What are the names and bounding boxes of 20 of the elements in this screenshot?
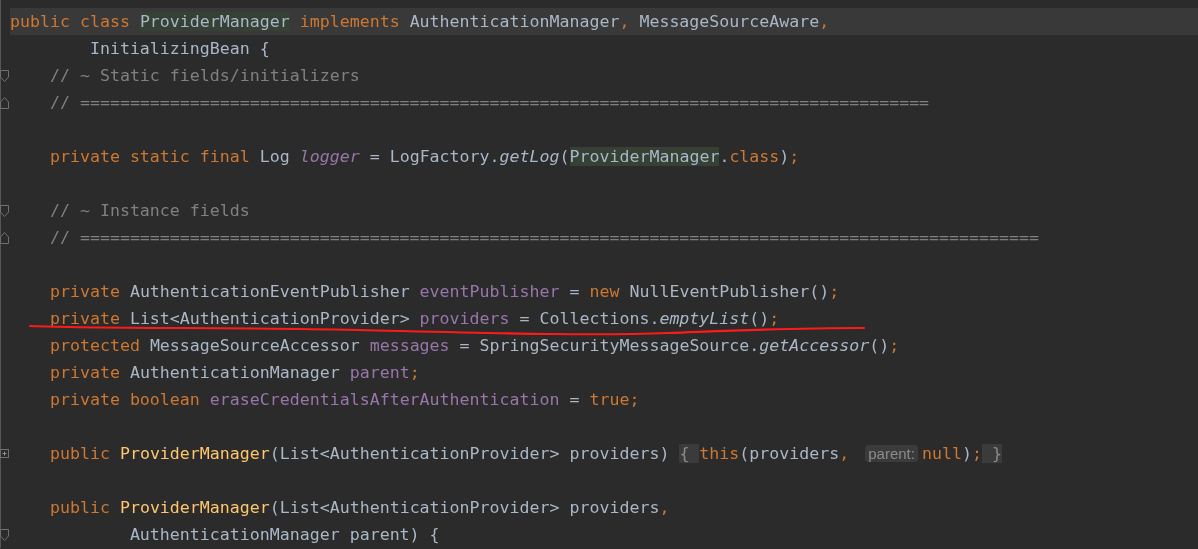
code-line: // ===================================================================================== xyxy=(48,92,931,114)
code-line: private static final Log logger = LogFactory.getLog(ProviderManager.class); xyxy=(48,146,801,168)
code-line: private List<AuthenticationProvider> providers = Collections.emptyList(); xyxy=(48,308,781,330)
code-line: // ~ Static fields/initializers xyxy=(48,65,361,87)
expand-icon[interactable] xyxy=(0,447,9,460)
code-line: // ~ Instance fields xyxy=(48,200,251,222)
code-line: private AuthenticationManager parent; xyxy=(48,362,421,384)
code-line: public ProviderManager(List<AuthenticationProvider> providers, xyxy=(48,497,671,519)
code-line: private AuthenticationEventPublisher eventPublisher = new NullEventPublisher(); xyxy=(48,281,841,303)
fold-end-icon[interactable] xyxy=(0,96,9,109)
fold-start-icon[interactable] xyxy=(0,204,9,217)
code-line: protected MessageSourceAccessor messages = SpringSecurityMessageSource.getAccessor(); xyxy=(48,335,901,357)
code-line: private boolean eraseCredentialsAfterAuthentication = true; xyxy=(48,389,641,411)
fold-end-icon[interactable] xyxy=(0,231,9,244)
code-line: public ProviderManager(List<AuthenticationProvider> providers) { this(providers, parent: null); } xyxy=(48,443,1003,465)
code-line: AuthenticationManager parent) { xyxy=(128,524,441,546)
fold-start-icon[interactable] xyxy=(0,528,9,541)
fold-start-icon[interactable] xyxy=(0,69,9,82)
code-line: // ================================================================================================ xyxy=(48,227,1040,249)
code-line: InitializingBean { xyxy=(88,38,271,60)
